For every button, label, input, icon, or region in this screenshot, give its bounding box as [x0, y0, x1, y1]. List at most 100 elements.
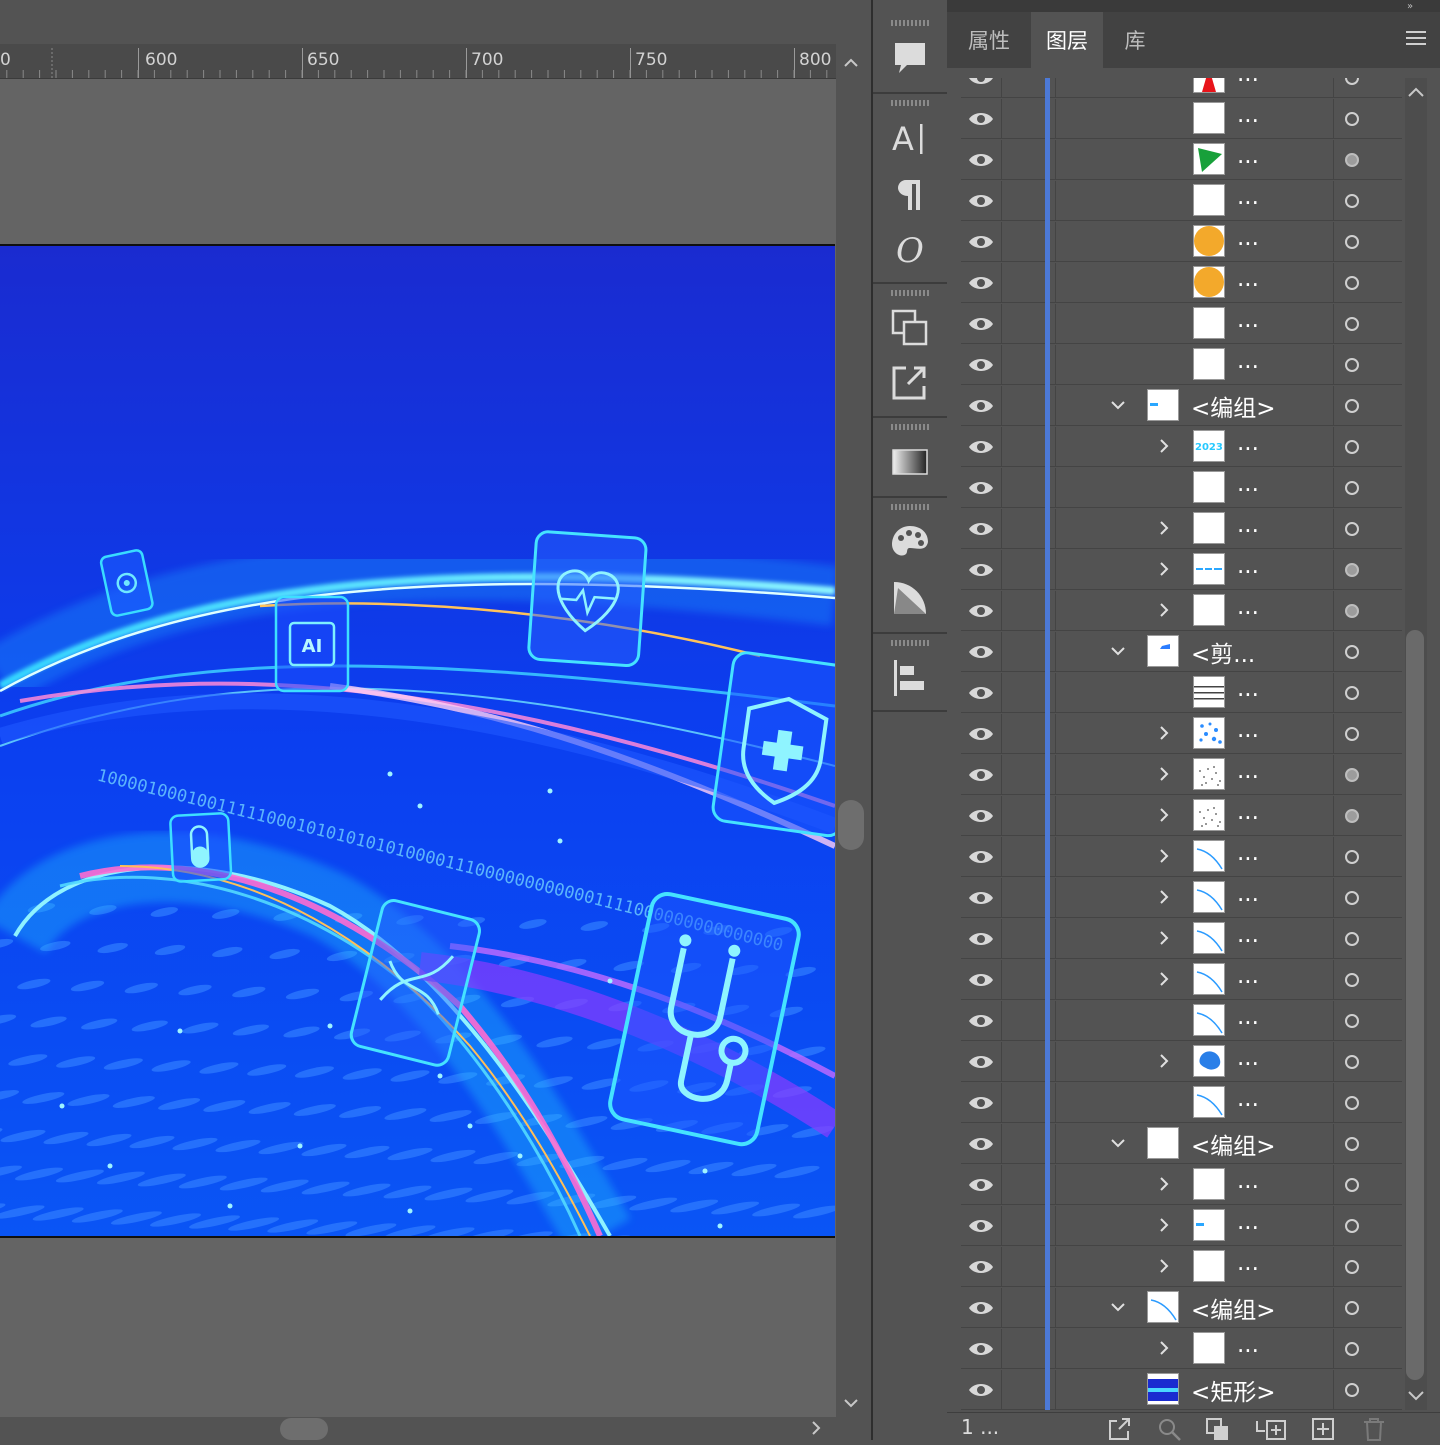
layer-row[interactable]: 2023...: [961, 427, 1402, 467]
layer-row[interactable]: ...: [961, 99, 1402, 139]
new-sublayer-icon[interactable]: [1255, 1417, 1287, 1445]
layer-name[interactable]: ...: [1237, 717, 1259, 743]
visibility-eye-icon[interactable]: [967, 1092, 995, 1114]
layer-name[interactable]: ...: [1237, 102, 1259, 128]
visibility-eye-icon[interactable]: [967, 231, 995, 253]
align-icon[interactable]: [890, 658, 930, 698]
layer-target-icon[interactable]: [1345, 1383, 1359, 1397]
chevron-right-icon[interactable]: [1157, 849, 1171, 863]
layer-row[interactable]: ...: [961, 222, 1402, 262]
layer-row[interactable]: ...: [961, 181, 1402, 221]
layer-name[interactable]: ...: [1237, 553, 1259, 579]
layer-target-icon[interactable]: [1345, 399, 1359, 413]
visibility-eye-icon[interactable]: [967, 1174, 995, 1196]
layer-name[interactable]: ...: [1237, 1168, 1259, 1194]
layer-target-icon[interactable]: [1345, 1260, 1359, 1274]
visibility-eye-icon[interactable]: [967, 149, 995, 171]
scroll-right-icon[interactable]: [810, 1419, 822, 1442]
layer-name[interactable]: <编组>: [1191, 1127, 1276, 1161]
layer-name[interactable]: ...: [1237, 266, 1259, 292]
layer-target-icon[interactable]: [1345, 973, 1359, 987]
chevron-right-icon[interactable]: [1157, 808, 1171, 822]
layer-name[interactable]: <编组>: [1191, 1291, 1276, 1325]
layer-name[interactable]: <矩形>: [1191, 1373, 1276, 1407]
layer-name[interactable]: ...: [1237, 1250, 1259, 1276]
visibility-eye-icon[interactable]: [967, 764, 995, 786]
layer-target-icon[interactable]: [1345, 727, 1359, 741]
layer-row[interactable]: <编组>: [961, 1124, 1402, 1164]
layer-name[interactable]: ...: [1237, 881, 1259, 907]
chevron-right-icon[interactable]: [1157, 931, 1171, 945]
layer-name[interactable]: ...: [1237, 143, 1259, 169]
grip-handle[interactable]: [891, 504, 929, 510]
layer-row[interactable]: ...: [961, 755, 1402, 795]
layer-target-icon[interactable]: [1345, 112, 1359, 126]
chevron-down-icon[interactable]: [1111, 1136, 1125, 1150]
layer-name[interactable]: <剪...: [1191, 635, 1255, 669]
tab-properties[interactable]: 属性: [947, 12, 1031, 68]
layer-row[interactable]: ...: [961, 1001, 1402, 1041]
layer-name[interactable]: ...: [1237, 225, 1259, 251]
visibility-eye-icon[interactable]: [967, 682, 995, 704]
layer-row[interactable]: ...: [961, 591, 1402, 631]
layer-row[interactable]: ...: [961, 673, 1402, 713]
layer-row[interactable]: <编组>: [961, 386, 1402, 426]
layer-name[interactable]: ...: [1237, 758, 1259, 784]
grip-handle[interactable]: [891, 100, 929, 106]
collect-export-icon[interactable]: [1107, 1417, 1133, 1445]
locate-object-icon[interactable]: [1157, 1417, 1183, 1445]
chevron-right-icon[interactable]: [1157, 439, 1171, 453]
layers-scroll-up-icon[interactable]: [1405, 84, 1427, 100]
visibility-eye-icon[interactable]: [967, 518, 995, 540]
layer-name[interactable]: ...: [1237, 1332, 1259, 1358]
vertical-scrollbar[interactable]: [836, 44, 868, 1418]
visibility-eye-icon[interactable]: [967, 78, 995, 89]
layer-row[interactable]: ...: [961, 140, 1402, 180]
layer-target-icon[interactable]: [1345, 522, 1359, 536]
layer-row[interactable]: ...: [961, 1206, 1402, 1246]
visibility-eye-icon[interactable]: [967, 313, 995, 335]
layer-name[interactable]: ...: [1237, 1086, 1259, 1112]
chevron-right-icon[interactable]: [1157, 972, 1171, 986]
layer-target-icon[interactable]: [1345, 358, 1359, 372]
visibility-eye-icon[interactable]: [967, 1010, 995, 1032]
layer-target-icon[interactable]: [1345, 1137, 1359, 1151]
visibility-eye-icon[interactable]: [967, 1256, 995, 1278]
visibility-eye-icon[interactable]: [967, 436, 995, 458]
layer-target-icon[interactable]: [1345, 1301, 1359, 1315]
grip-handle[interactable]: [891, 424, 929, 430]
visibility-eye-icon[interactable]: [967, 1133, 995, 1155]
grip-handle[interactable]: [891, 640, 929, 646]
visibility-eye-icon[interactable]: [967, 969, 995, 991]
layer-name[interactable]: ...: [1237, 922, 1259, 948]
canvas-area[interactable]: 0 600 650 700 750 800: [0, 0, 868, 1440]
visibility-eye-icon[interactable]: [967, 108, 995, 130]
chevron-right-icon[interactable]: [1157, 1341, 1171, 1355]
chevron-right-icon[interactable]: [1157, 1054, 1171, 1068]
layer-row[interactable]: ...: [961, 1165, 1402, 1205]
layer-name[interactable]: ...: [1237, 799, 1259, 825]
layer-target-icon[interactable]: [1345, 194, 1359, 208]
tab-libraries[interactable]: 库: [1103, 12, 1167, 68]
layer-name[interactable]: ...: [1237, 1004, 1259, 1030]
chevron-down-icon[interactable]: [1111, 398, 1125, 412]
layer-target-icon[interactable]: [1345, 78, 1359, 85]
layer-row[interactable]: <剪...: [961, 632, 1402, 672]
layer-name[interactable]: ...: [1237, 471, 1259, 497]
layer-name[interactable]: ...: [1237, 307, 1259, 333]
layer-row[interactable]: ...: [961, 960, 1402, 1000]
visibility-eye-icon[interactable]: [967, 928, 995, 950]
layer-target-icon[interactable]: [1345, 645, 1359, 659]
grip-handle[interactable]: [891, 20, 929, 26]
visibility-eye-icon[interactable]: [967, 395, 995, 417]
layer-target-icon[interactable]: [1345, 481, 1359, 495]
layer-row[interactable]: ...: [961, 919, 1402, 959]
visibility-eye-icon[interactable]: [967, 1379, 995, 1401]
chevron-right-icon[interactable]: [1157, 726, 1171, 740]
color-icon[interactable]: [890, 522, 930, 562]
horizontal-scrollbar[interactable]: [0, 1417, 836, 1440]
new-layer-icon[interactable]: [1311, 1417, 1337, 1445]
visibility-eye-icon[interactable]: [967, 354, 995, 376]
visibility-eye-icon[interactable]: [967, 1051, 995, 1073]
layer-row[interactable]: <矩形>: [961, 1370, 1402, 1410]
